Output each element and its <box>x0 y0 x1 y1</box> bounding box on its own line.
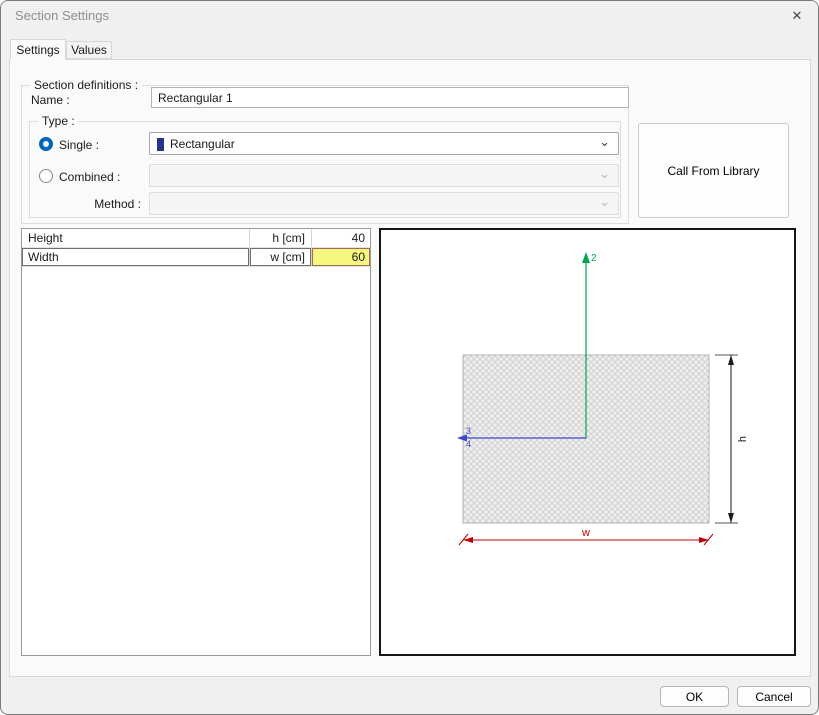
window-title: Section Settings <box>15 1 109 31</box>
param-name-cell[interactable]: Width <box>22 248 250 266</box>
single-radio[interactable] <box>39 137 53 151</box>
h-dim-label: h <box>737 436 749 442</box>
chevron-down-icon: ⌄ <box>599 194 610 210</box>
axis-2-arrow-icon <box>582 252 590 263</box>
method-label: Method : <box>61 197 141 211</box>
type-group-label: Type : <box>38 114 79 128</box>
section-settings-dialog: Section Settings ✕ Settings Values Secti… <box>0 0 819 715</box>
section-definitions-label: Section definitions : <box>30 78 142 92</box>
parameters-grid: Height h [cm] 40 Width w [cm] 60 <box>21 228 371 656</box>
tab-values[interactable]: Values <box>66 41 112 59</box>
rectangular-section-icon <box>157 138 164 151</box>
param-unit-cell[interactable]: h [cm] <box>250 229 312 247</box>
axis-4-label: 4 <box>466 439 471 449</box>
cancel-button[interactable]: Cancel <box>737 686 811 707</box>
single-type-value: Rectangular <box>170 137 235 151</box>
name-label: Name : <box>31 93 70 107</box>
titlebar: Section Settings ✕ <box>1 1 818 31</box>
ok-button[interactable]: OK <box>660 686 729 707</box>
combined-radio-label: Combined : <box>59 170 120 184</box>
method-dropdown: ⌄ <box>149 192 619 215</box>
close-icon[interactable]: ✕ <box>784 4 810 28</box>
section-preview-drawing: 2 3 4 h w <box>381 230 794 654</box>
axis-3-label: 3 <box>466 426 471 436</box>
w-dim-label: w <box>581 527 590 539</box>
combined-type-dropdown: ⌄ <box>149 164 619 187</box>
h-dim-arrow-top-icon <box>728 355 734 365</box>
w-dim-arrow-right-icon <box>699 537 709 543</box>
param-value-edit-cell[interactable]: 60 <box>312 248 370 266</box>
single-radio-label: Single : <box>59 138 99 152</box>
axis-2-label: 2 <box>591 253 597 264</box>
grid-row-height[interactable]: Height h [cm] 40 <box>22 229 370 248</box>
param-value-cell[interactable]: 40 <box>312 229 370 247</box>
h-dim-arrow-bottom-icon <box>728 513 734 523</box>
chevron-down-icon: ⌄ <box>599 134 610 150</box>
single-type-dropdown[interactable]: Rectangular ⌄ <box>149 132 619 155</box>
param-name-cell[interactable]: Height <box>22 229 250 247</box>
combined-radio[interactable] <box>39 169 53 183</box>
tab-settings[interactable]: Settings <box>10 39 66 60</box>
section-preview-panel: 2 3 4 h w <box>379 228 796 656</box>
grid-row-width[interactable]: Width w [cm] 60 <box>22 248 370 267</box>
call-from-library-button[interactable]: Call From Library <box>638 123 789 218</box>
param-unit-cell[interactable]: w [cm] <box>250 248 312 266</box>
chevron-down-icon: ⌄ <box>599 166 610 182</box>
name-input[interactable] <box>151 87 629 108</box>
